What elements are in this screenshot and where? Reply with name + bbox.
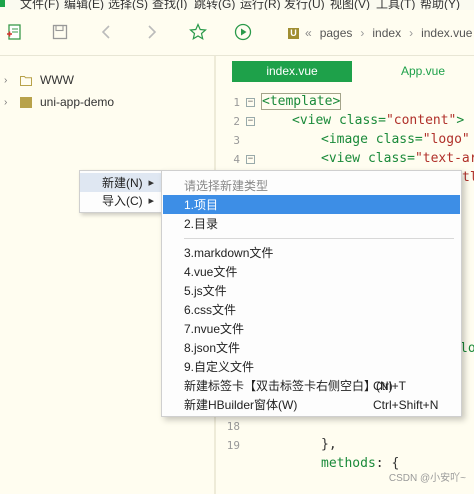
forward-arrow-icon[interactable] (142, 22, 162, 42)
menu-tools[interactable]: 工具(T) (376, 0, 415, 10)
menu-item-new-tab[interactable]: 新建标签卡【双击标签卡右侧空白】(N) Ctrl+T (163, 376, 460, 395)
folder-icon (20, 75, 32, 86)
menu-bar: 文件(F) 编辑(E) 选择(S) 查找(I) 跳转(G) 运行(R) 发行(U… (0, 0, 474, 10)
shortcut-label: Ctrl+Shift+N (373, 397, 439, 412)
tree-item-uni-app-demo[interactable]: › uni-app-demo (4, 92, 114, 112)
menu-item-directory[interactable]: 2.目录 (163, 214, 460, 233)
line-number: 1 (233, 96, 240, 109)
fold-toggle-icon[interactable]: − (246, 117, 255, 126)
menu-item-vue-file[interactable]: 4.vue文件 (163, 262, 460, 281)
context-menu: 新建(N) ▸ 导入(C) ▸ (79, 170, 163, 213)
menu-item-import[interactable]: 导入(C) ▸ (80, 191, 162, 210)
back-arrow-icon[interactable] (96, 22, 116, 42)
menu-goto[interactable]: 跳转(G) (194, 0, 235, 10)
chevron-right-icon: ▸ (148, 177, 154, 189)
line-number: 3 (233, 134, 240, 147)
save-icon[interactable] (50, 22, 70, 42)
code-line: <view class="content"> (292, 113, 465, 128)
line-number: 19 (226, 439, 240, 452)
line-number: 4 (233, 153, 240, 166)
tab-index-vue[interactable]: index.vue (232, 61, 352, 82)
menu-run[interactable]: 运行(R) (240, 0, 281, 10)
menu-select[interactable]: 选择(S) (108, 0, 148, 10)
breadcrumb-back-icon[interactable]: « (305, 26, 312, 40)
breadcrumb-item-index[interactable]: index (372, 26, 401, 40)
code-line: <view class="text-are (321, 151, 474, 166)
menu-separator (184, 238, 454, 239)
toolbar: U « pages › index › index.vue (0, 10, 474, 56)
run-icon[interactable] (233, 22, 253, 42)
menu-item-js-file[interactable]: 5.js文件 (163, 281, 460, 300)
menu-item-project[interactable]: 1.项目 (163, 195, 460, 214)
menu-edit[interactable]: 编辑(E) (64, 0, 104, 10)
code-line: <image class="logo" s (321, 132, 470, 147)
uniapp-project-icon (20, 96, 32, 108)
code-fragment: lo (460, 341, 474, 356)
menu-item-custom-file[interactable]: 9.自定义文件 (163, 357, 460, 376)
code-line: <template> (260, 93, 342, 110)
tab-app-vue[interactable]: App.vue (376, 61, 470, 82)
menu-item-css-file[interactable]: 6.css文件 (163, 300, 460, 319)
fold-toggle-icon[interactable]: − (246, 98, 255, 107)
menu-item-new-window[interactable]: 新建HBuilder窗体(W) Ctrl+Shift+N (163, 395, 460, 414)
line-number: 2 (233, 115, 240, 128)
menu-file[interactable]: 文件(F) (20, 0, 59, 10)
hbuilder-logo-icon (0, 0, 5, 7)
submenu-header: 请选择新建类型 (184, 179, 269, 193)
code-line: methods: { (321, 456, 400, 471)
shortcut-label: Ctrl+T (373, 378, 406, 393)
uniapp-file-icon: U (288, 27, 299, 39)
tree-item-www[interactable]: › WWW (4, 70, 74, 90)
fold-toggle-icon[interactable]: − (246, 155, 255, 164)
breadcrumb-separator-icon: › (360, 26, 365, 40)
menu-item-json-file[interactable]: 8.json文件 (163, 338, 460, 357)
breadcrumb-separator-icon: › (409, 26, 414, 40)
watermark: CSDN @小安吖~ (388, 473, 466, 484)
menu-publish[interactable]: 发行(U) (284, 0, 325, 10)
tree-item-label: WWW (40, 73, 74, 87)
code-fragment: tl (462, 170, 474, 185)
code-line: }, (321, 437, 337, 452)
chevron-right-icon[interactable]: › (4, 75, 16, 86)
chevron-right-icon[interactable]: › (4, 97, 16, 108)
menu-help[interactable]: 帮助(Y) (420, 0, 460, 10)
star-icon[interactable] (188, 22, 208, 42)
chevron-right-icon: ▸ (148, 195, 154, 207)
breadcrumb-item-pages[interactable]: pages (320, 26, 353, 40)
tree-item-label: uni-app-demo (40, 95, 115, 109)
menu-view[interactable]: 视图(V) (330, 0, 370, 10)
new-submenu: 请选择新建类型 1.项目 2.目录 3.markdown文件 4.vue文件 5… (161, 170, 462, 417)
new-file-icon[interactable] (4, 22, 24, 42)
breadcrumb-item-file[interactable]: index.vue (421, 26, 472, 40)
menu-find[interactable]: 查找(I) (152, 0, 187, 10)
line-number: 18 (226, 420, 240, 433)
menu-item-nvue-file[interactable]: 7.nvue文件 (163, 319, 460, 338)
breadcrumb: U « pages › index › index.vue (288, 24, 472, 42)
menu-item-new[interactable]: 新建(N) ▸ (80, 173, 162, 192)
menu-item-markdown-file[interactable]: 3.markdown文件 (163, 243, 460, 262)
